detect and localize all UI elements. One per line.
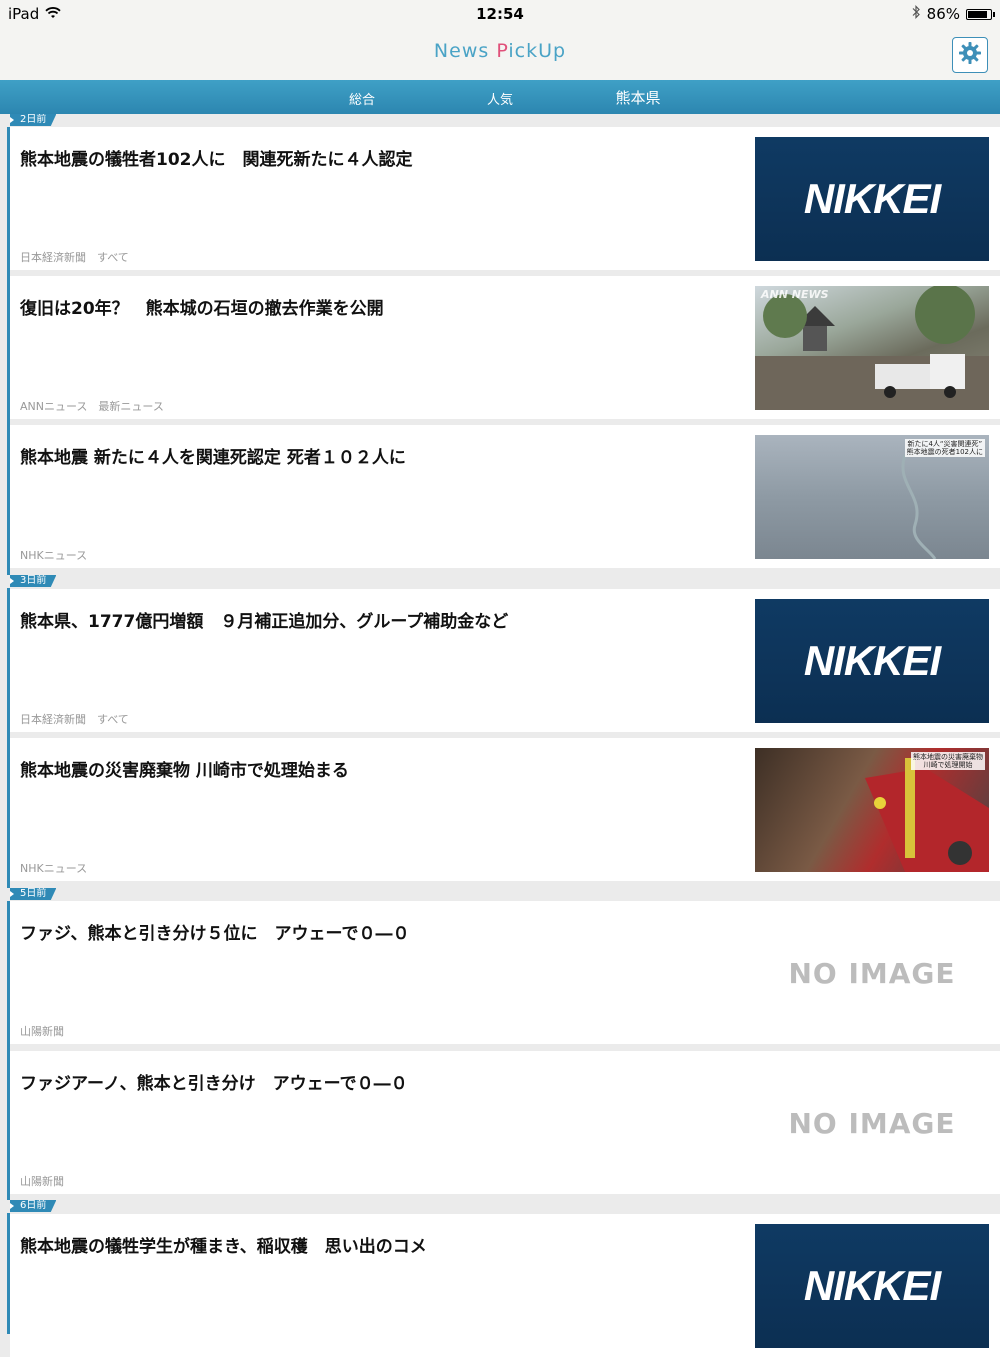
section-header: 2日前	[7, 114, 1000, 127]
article-source: 日本経済新聞 すべて	[20, 251, 129, 264]
article-title: ファジアーノ、熊本と引き分け アウェーで０―０	[20, 1074, 408, 1094]
article-title: ファジ、熊本と引き分け５位に アウェーで０―０	[20, 924, 410, 944]
no-image-label: NO IMAGE	[788, 1106, 956, 1140]
app-title-part1: News	[433, 40, 497, 62]
article-source: ANNニュース 最新ニュース	[20, 400, 164, 413]
article-title: 熊本地震の犠牲者102人に 関連死新たに４人認定	[20, 150, 413, 170]
tab-bar: 総合 人気 熊本県	[0, 80, 1000, 114]
thumbnail-caption: 新たに4人“災害関連死” 熊本地震の死者102人に	[904, 439, 985, 457]
article-source: NHKニュース	[20, 862, 88, 875]
article-thumbnail: NO IMAGE	[755, 911, 989, 1035]
nikkei-logo: NIKKEI	[803, 175, 941, 222]
day-badge: 5日前	[10, 888, 57, 900]
tab-popular[interactable]: 人気	[440, 89, 560, 108]
article-source: 山陽新聞	[20, 1175, 64, 1188]
article-card[interactable]: 熊本地震の犠牲者102人に 関連死新たに４人認定 日本経済新聞 すべて NIKK…	[10, 127, 1000, 270]
tab-kumamoto[interactable]: 熊本県	[578, 87, 698, 108]
nikkei-logo: NIKKEI	[803, 637, 941, 684]
article-title: 熊本地震の災害廃棄物 川崎市で処理始まる	[20, 761, 349, 781]
day-badge: 3日前	[10, 575, 57, 587]
settings-button[interactable]	[952, 37, 988, 73]
article-card[interactable]: 熊本県、1777億円増額 ９月補正追加分、グループ補助金など 日本経済新聞 すべ…	[10, 589, 1000, 732]
article-thumbnail: NIKKEI	[755, 599, 989, 723]
thumbnail-caption: ANN NEWS	[761, 288, 829, 301]
article-card[interactable]: 熊本地震の災害廃棄物 川崎市で処理始まる NHKニュース 熊本地震の災害廃棄物 …	[10, 738, 1000, 881]
section-header: 5日前	[7, 888, 1000, 901]
article-title: 熊本地震 新たに４人を関連死認定 死者１０２人に	[20, 448, 406, 468]
article-source: 山陽新聞	[20, 1025, 64, 1038]
bluetooth-icon	[911, 5, 921, 23]
article-card[interactable]: 熊本地震 新たに４人を関連死認定 死者１０２人に NHKニュース 新たに4人“災…	[10, 425, 1000, 568]
day-badge: 2日前	[10, 114, 57, 126]
article-source: 日本経済新聞 すべて	[20, 713, 129, 726]
battery-icon	[966, 8, 995, 20]
battery-percent: 86%	[926, 5, 960, 23]
status-bar: iPad 12:54 86%	[0, 0, 1000, 28]
nav-bar: News PickUp	[0, 28, 1000, 80]
article-thumbnail: 新たに4人“災害関連死” 熊本地震の死者102人に	[755, 435, 989, 559]
article-thumbnail: 熊本地震の災害廃棄物 川崎で処理開始	[755, 748, 989, 872]
article-title: 熊本県、1777億円増額 ９月補正追加分、グループ補助金など	[20, 612, 509, 632]
article-thumbnail: NO IMAGE	[755, 1061, 989, 1185]
news-list[interactable]: 2日前 熊本地震の犠牲者102人に 関連死新たに４人認定 日本経済新聞 すべて …	[0, 114, 1000, 1357]
article-source: NHKニュース	[20, 549, 88, 562]
article-card[interactable]: ファジアーノ、熊本と引き分け アウェーで０―０ 山陽新聞 NO IMAGE	[10, 1051, 1000, 1194]
article-thumbnail: NIKKEI	[755, 1224, 989, 1348]
section-header: 6日前	[7, 1200, 1000, 1213]
article-card[interactable]: ファジ、熊本と引き分け５位に アウェーで０―０ 山陽新聞 NO IMAGE	[10, 901, 1000, 1044]
app-title-part3: ickUp	[508, 40, 567, 62]
section-header: 3日前	[7, 575, 1000, 588]
article-title: 熊本地震の犠牲学生が種まき、稲収穫 思い出のコメ	[20, 1237, 427, 1257]
app-title-part2: P	[496, 40, 509, 62]
nikkei-logo: NIKKEI	[803, 1262, 941, 1309]
article-thumbnail: NIKKEI	[755, 137, 989, 261]
no-image-label: NO IMAGE	[788, 956, 956, 990]
app-title: News PickUp	[0, 40, 1000, 62]
article-title: 復旧は20年？ 熊本城の石垣の撤去作業を公開	[20, 299, 384, 319]
day-badge: 6日前	[10, 1200, 57, 1212]
tab-general[interactable]: 総合	[302, 89, 422, 108]
gear-icon	[958, 41, 982, 69]
status-time: 12:54	[476, 5, 524, 23]
article-card[interactable]: 熊本地震の犠牲学生が種まき、稲収穫 思い出のコメ NIKKEI	[10, 1214, 1000, 1357]
article-card[interactable]: 復旧は20年？ 熊本城の石垣の撤去作業を公開 ANNニュース 最新ニュース AN…	[10, 276, 1000, 419]
thumbnail-caption: 熊本地震の災害廃棄物 川崎で処理開始	[911, 752, 985, 770]
article-thumbnail: ANN NEWS	[755, 286, 989, 410]
